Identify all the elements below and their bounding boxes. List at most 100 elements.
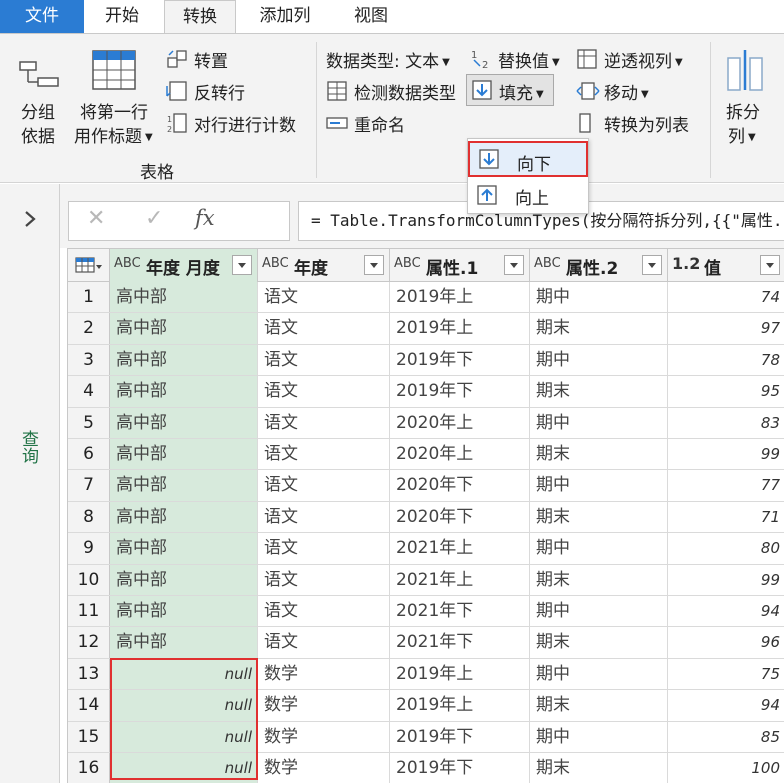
table-cell[interactable]: 99 <box>668 565 784 595</box>
table-cell[interactable]: 数学 <box>258 721 390 752</box>
table-cell[interactable]: 高中部 <box>110 282 258 313</box>
tab-add-column[interactable]: 添加列 <box>246 0 324 33</box>
table-cell[interactable]: null <box>110 753 258 783</box>
column-header[interactable]: ABC 属性.2 <box>530 249 668 282</box>
table-row[interactable]: 16 null 数学 2019年下 期末 100 <box>68 753 784 783</box>
column-filter-button[interactable] <box>364 255 384 275</box>
table-cell[interactable]: 2019年上 <box>390 313 530 344</box>
table-cell[interactable]: 语文 <box>258 627 390 658</box>
table-row[interactable]: 14 null 数学 2019年上 期末 94 <box>68 690 784 722</box>
row-number[interactable]: 7 <box>68 470 110 501</box>
table-cell[interactable]: 83 <box>668 408 784 438</box>
column-header[interactable]: ABC 属性.1 <box>390 249 530 282</box>
table-cell[interactable]: 语文 <box>258 407 390 438</box>
table-cell[interactable]: 语文 <box>258 470 390 501</box>
table-cell[interactable]: 语文 <box>258 376 390 407</box>
use-first-row-button[interactable]: 将第一行 用作标题 ▼ <box>72 46 162 150</box>
table-cell[interactable]: 期中 <box>530 658 668 690</box>
column-type-icon[interactable]: 1.2 <box>672 254 700 273</box>
convert-to-list-button[interactable]: 转换为列表 <box>576 110 706 136</box>
table-cell[interactable]: 2020年下 <box>390 501 530 533</box>
table-cell[interactable]: 80 <box>668 533 784 563</box>
group-by-button[interactable]: 分组 依据 <box>8 46 70 150</box>
table-cell[interactable]: 96 <box>668 627 784 657</box>
table-row[interactable]: 13 null 数学 2019年上 期中 75 <box>68 658 784 691</box>
table-cell[interactable]: 高中部 <box>110 313 258 344</box>
fx-icon[interactable]: fx <box>195 206 215 230</box>
column-type-icon[interactable]: ABC <box>394 256 421 271</box>
table-cell[interactable]: 94 <box>668 596 784 626</box>
row-number[interactable]: 11 <box>68 596 110 627</box>
table-cell[interactable]: 期中 <box>530 721 668 752</box>
table-cell[interactable]: 期末 <box>530 376 668 407</box>
table-cell[interactable]: 语文 <box>258 596 390 627</box>
table-cell[interactable]: 高中部 <box>110 470 258 501</box>
row-number[interactable]: 15 <box>68 721 110 752</box>
table-cell[interactable]: 期中 <box>530 596 668 627</box>
table-cell[interactable]: 2019年下 <box>390 344 530 376</box>
tab-view[interactable]: 视图 <box>338 0 404 33</box>
table-cell[interactable]: 78 <box>668 345 784 375</box>
table-cell[interactable]: 95 <box>668 376 784 406</box>
table-cell[interactable]: 77 <box>668 470 784 500</box>
row-number[interactable]: 9 <box>68 533 110 564</box>
table-row[interactable]: 8 高中部 语文 2020年下 期末 71 <box>68 501 784 534</box>
table-cell[interactable]: 期中 <box>530 533 668 564</box>
tab-file[interactable]: 文件 <box>0 0 84 33</box>
table-cell[interactable]: 94 <box>668 690 784 720</box>
row-number[interactable]: 12 <box>68 627 110 658</box>
table-cell[interactable]: 2020年下 <box>390 470 530 501</box>
table-cell[interactable]: 2019年上 <box>390 690 530 721</box>
table-cell[interactable]: 2020年上 <box>390 439 530 470</box>
row-number[interactable]: 13 <box>68 658 110 690</box>
table-cell[interactable]: 2021年下 <box>390 596 530 627</box>
table-cell[interactable]: null <box>110 690 258 721</box>
cancel-icon[interactable]: ✕ <box>87 206 105 231</box>
table-cell[interactable]: 高中部 <box>110 407 258 438</box>
data-type-dropdown[interactable]: 数据类型: 文本 ▼ <box>326 46 458 72</box>
table-cell[interactable]: 75 <box>668 659 784 689</box>
fill-down-menu-item[interactable]: 向下 <box>468 141 588 177</box>
move-dropdown[interactable]: 移动 ▼ <box>576 78 666 104</box>
count-rows-button[interactable]: 1 2 对行进行计数 <box>166 110 308 136</box>
row-number[interactable]: 2 <box>68 313 110 344</box>
queries-pane-label[interactable]: 查询 <box>18 430 41 464</box>
table-cell[interactable]: 数学 <box>258 753 390 783</box>
fill-dropdown[interactable]: 填充 ▼ <box>466 74 554 106</box>
column-filter-button[interactable] <box>504 255 524 275</box>
tab-home[interactable]: 开始 <box>90 0 154 33</box>
table-cell[interactable]: 语文 <box>258 533 390 564</box>
table-cell[interactable]: 71 <box>668 502 784 532</box>
column-type-icon[interactable]: ABC <box>534 256 561 271</box>
table-cell[interactable]: 高中部 <box>110 439 258 470</box>
table-cell[interactable]: 期末 <box>530 564 668 595</box>
table-cell[interactable]: 2021年下 <box>390 627 530 658</box>
detect-type-button[interactable]: 检测数据类型 <box>326 78 466 104</box>
table-cell[interactable]: 期末 <box>530 313 668 344</box>
table-cell[interactable]: 期末 <box>530 753 668 783</box>
confirm-icon[interactable]: ✓ <box>145 206 163 231</box>
table-cell[interactable]: 2019年上 <box>390 658 530 690</box>
table-cell[interactable]: 期中 <box>530 470 668 501</box>
table-row[interactable]: 12 高中部 语文 2021年下 期末 96 <box>68 627 784 659</box>
row-number[interactable]: 4 <box>68 376 110 407</box>
table-cell[interactable]: 期末 <box>530 501 668 533</box>
table-cell[interactable]: 语文 <box>258 439 390 470</box>
table-cell[interactable]: 74 <box>668 282 784 312</box>
table-cell[interactable]: 高中部 <box>110 627 258 658</box>
column-header[interactable]: ABC 年度 <box>258 249 390 282</box>
table-cell[interactable]: 高中部 <box>110 376 258 407</box>
table-cell[interactable]: 期中 <box>530 344 668 376</box>
table-cell[interactable]: 期中 <box>530 407 668 438</box>
table-cell[interactable]: 99 <box>668 439 784 469</box>
column-filter-button[interactable] <box>760 255 780 275</box>
table-cell[interactable]: 2021年上 <box>390 533 530 564</box>
table-row[interactable]: 6 高中部 语文 2020年上 期末 99 <box>68 439 784 471</box>
table-cell[interactable]: null <box>110 721 258 752</box>
table-cell[interactable]: 2021年上 <box>390 564 530 595</box>
rename-button[interactable]: 重命名 <box>326 110 436 136</box>
table-cell[interactable]: 高中部 <box>110 344 258 376</box>
table-cell[interactable]: 期末 <box>530 439 668 470</box>
column-type-icon[interactable]: ABC <box>262 256 289 271</box>
row-number[interactable]: 10 <box>68 564 110 595</box>
